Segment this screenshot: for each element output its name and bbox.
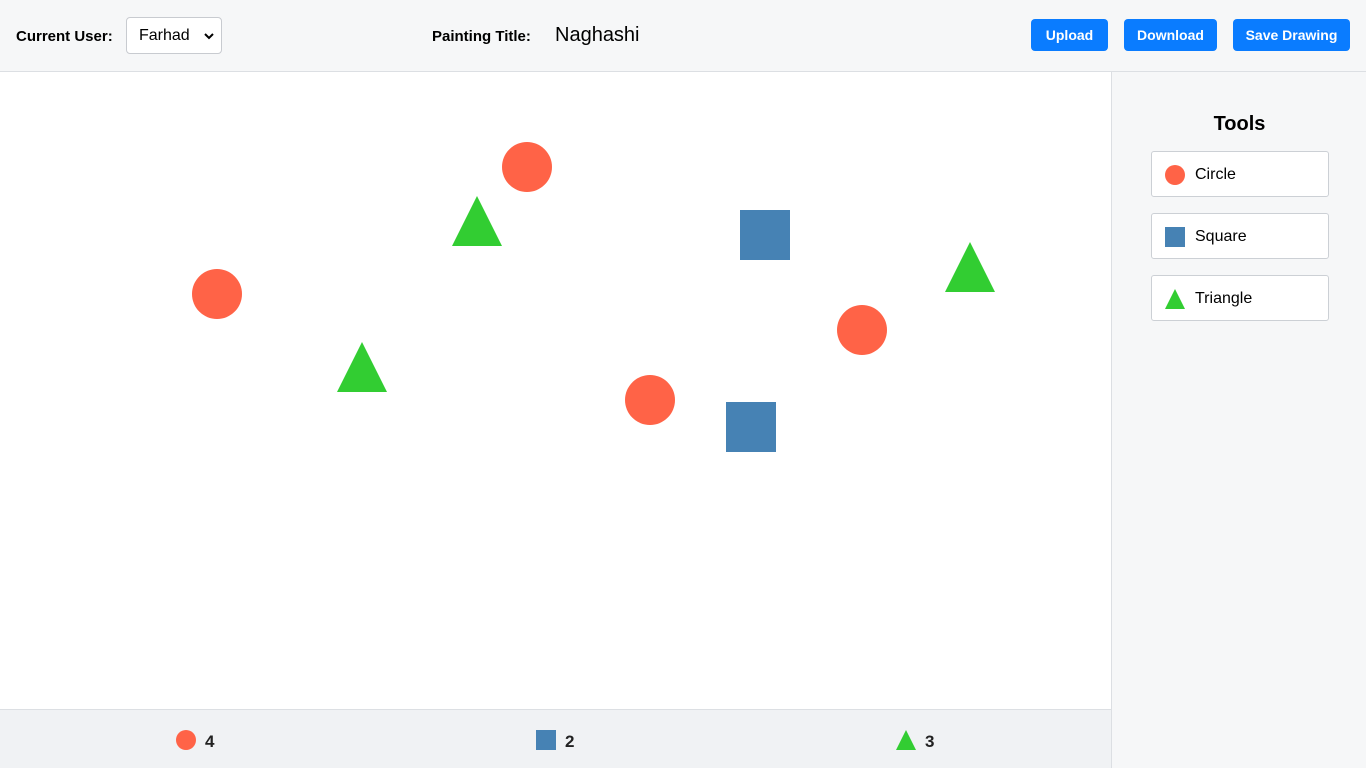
- tools-heading: Tools: [1213, 113, 1266, 135]
- circle-icon: [176, 730, 196, 750]
- painting-title-value[interactable]: Naghashi: [555, 24, 640, 47]
- circle-icon: [1165, 165, 1185, 185]
- top-bar: Current User: Farhad Painting Title: Nag…: [0, 0, 1366, 72]
- canvas-square[interactable]: [726, 402, 776, 452]
- canvas-circle[interactable]: [502, 142, 552, 192]
- user-select[interactable]: Farhad: [126, 17, 222, 54]
- canvas-circle[interactable]: [837, 305, 887, 355]
- tool-circle-label: Circle: [1195, 166, 1236, 183]
- canvas-shapes: [192, 142, 995, 452]
- painting-title-label: Painting Title:: [432, 28, 531, 45]
- canvas-triangle[interactable]: [452, 196, 502, 246]
- download-button[interactable]: Download: [1124, 19, 1217, 51]
- tool-triangle-label: Triangle: [1195, 290, 1253, 307]
- tool-square-label: Square: [1195, 228, 1247, 245]
- canvas-triangle[interactable]: [945, 242, 995, 292]
- canvas-triangle[interactable]: [337, 342, 387, 392]
- triangle-icon: [1165, 289, 1185, 309]
- square-count-value: 2: [565, 732, 575, 751]
- canvas-circle[interactable]: [625, 375, 675, 425]
- shape-count-footer: 4 2 3: [0, 709, 1111, 768]
- canvas-circle[interactable]: [192, 269, 242, 319]
- tool-circle-button[interactable]: Circle: [1151, 151, 1329, 197]
- tool-triangle-button[interactable]: Triangle: [1151, 275, 1329, 321]
- current-user-label: Current User:: [16, 28, 113, 45]
- triangle-count-value: 3: [925, 732, 935, 751]
- triangle-icon: [896, 730, 916, 750]
- user-select-value: Farhad: [139, 26, 190, 44]
- tools-sidebar: Tools Circle Square Triangle: [1111, 72, 1366, 768]
- square-icon: [1165, 227, 1185, 247]
- canvas-square[interactable]: [740, 210, 790, 260]
- chevron-down-icon: [204, 33, 214, 40]
- save-drawing-button[interactable]: Save Drawing: [1233, 19, 1350, 51]
- circle-count-value: 4: [205, 732, 215, 751]
- drawing-canvas[interactable]: [0, 72, 1111, 709]
- upload-button[interactable]: Upload: [1031, 19, 1108, 51]
- square-icon: [536, 730, 556, 750]
- tool-square-button[interactable]: Square: [1151, 213, 1329, 259]
